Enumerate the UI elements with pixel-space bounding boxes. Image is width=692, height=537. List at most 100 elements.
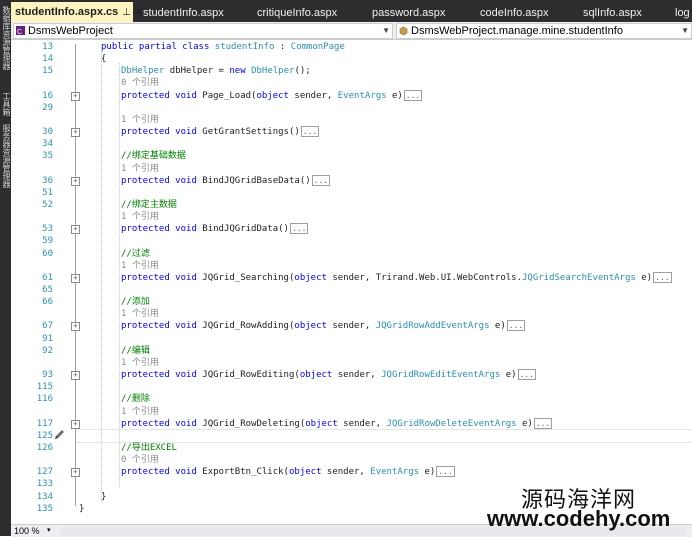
project-name: DsmsWebProject [28,25,113,37]
code-line[interactable]: 30 + protected void GetGrantSettings()... [11,126,692,138]
code-text: 1 个引用 [121,260,159,272]
collapsed-region-box[interactable]: ... [506,320,526,332]
code-line[interactable]: 126 //导出EXCEL [11,442,692,454]
code-line[interactable]: 61 + protected void JQGrid_Searching(objec… [11,271,692,284]
line-number: 134 [36,491,53,502]
expand-fold-icon[interactable]: + [71,176,80,186]
code-line[interactable]: 59 [11,235,692,247]
code-line[interactable]: 35 //绑定基础数据 [11,150,692,162]
code-line[interactable]: 1 个引用 [11,357,692,369]
code-line[interactable]: 15 DbHelper dbHelper = new DbHelper(); [11,65,692,77]
expand-fold-icon[interactable]: + [71,468,80,478]
code-token: protected void [121,224,203,235]
expand-fold-icon[interactable]: + [71,419,80,429]
code-token: object [305,418,344,429]
expand-fold-icon[interactable]: + [71,128,80,138]
tab-sqlinfo-aspx[interactable]: sqlInfo.aspx [583,4,642,22]
expand-fold-icon[interactable]: + [71,371,80,381]
code-text: //编辑 [121,345,150,357]
codelens-reference-count[interactable]: 0 个引用 [121,78,159,88]
code-line[interactable]: 0 个引用 [11,454,692,466]
pin-icon[interactable]: ⊥ [122,7,131,18]
code-token: sender, Trirand.Web.UI.WebControls. [332,272,522,283]
expand-fold-icon[interactable]: + [71,273,80,283]
project-dropdown[interactable]: C DsmsWebProject ▼ [13,23,393,39]
collapsed-region-box[interactable]: ... [403,89,423,101]
code-line[interactable]: 127 + protected void ExportBtn_Click(objec… [11,466,692,478]
chevron-down-icon[interactable]: ▾ [47,525,51,537]
codelens-reference-count[interactable]: 1 个引用 [121,164,159,174]
tab-log[interactable]: log [675,4,690,22]
collapsed-region-box[interactable]: ... [436,466,455,478]
code-token: sender, [326,467,371,478]
collapsed-region-box[interactable]: ... [533,417,553,429]
tab-studentinfo-aspx[interactable]: studentInfo.aspx [143,4,224,22]
class-dropdown[interactable]: DsmsWebProject.manage.mine.studentInfo ▼ [396,23,692,39]
code-text: DbHelper dbHelper = new DbHelper(); [121,65,311,77]
code-line[interactable]: 1 个引用 [11,308,692,320]
code-line[interactable]: 0 个引用 [11,77,692,89]
collapsed-region-box[interactable]: ... [311,174,331,186]
line-number: 126 [36,442,53,453]
expand-fold-icon[interactable]: + [71,225,80,235]
code-token: JQGridRowAddEventArgs [375,321,490,332]
code-line[interactable]: 1 个引用 [11,114,692,126]
database-explorer-tab[interactable]: 数据库资源管理器 [1,6,11,70]
code-line[interactable]: 36 + protected void BindJQGridBaseData()..… [11,174,692,187]
line-number: 51 [42,187,53,198]
code-line[interactable]: 51 [11,187,692,199]
code-line[interactable]: 1 个引用 [11,163,692,175]
tab-label: password.aspx [372,7,446,19]
code-line[interactable]: 115 [11,381,692,393]
code-line[interactable]: 66 //添加 [11,296,692,308]
code-token: DbHelper [251,66,295,77]
code-line[interactable]: 93 + protected void JQGrid_RowEditing(obje… [11,369,692,381]
code-line[interactable]: 1 个引用 [11,260,692,272]
code-line[interactable]: 14 { [11,53,692,65]
code-line[interactable]: 60 //过滤 [11,248,692,260]
code-text: 1 个引用 [121,211,159,223]
tab-critiqueinfo-aspx[interactable]: critiqueInfo.aspx [257,4,337,22]
code-line[interactable]: 117 + protected void JQGrid_RowDeleting(ob… [11,417,692,430]
code-line[interactable]: 16 + protected void Page_Load(object sende… [11,89,692,102]
codelens-reference-count[interactable]: 1 个引用 [121,212,159,222]
csharp-project-icon: C [16,26,25,35]
code-token: protected void [121,175,203,186]
code-line[interactable]: 67 + protected void JQGrid_RowAdding(objec… [11,320,692,332]
codelens-reference-count[interactable]: 0 个引用 [121,455,159,465]
codelens-reference-count[interactable]: 1 个引用 [121,358,159,368]
tab-password-aspx[interactable]: password.aspx [372,4,445,22]
codelens-reference-count[interactable]: 1 个引用 [121,115,159,125]
code-line[interactable]: 116 //删除 [11,393,692,405]
codelens-reference-count[interactable]: 1 个引用 [121,261,159,271]
tab-codeinfo-aspx[interactable]: codeInfo.aspx [480,4,549,22]
code-line[interactable]: 91 [11,333,692,345]
code-line[interactable]: 53 + protected void BindJQGridData()... [11,223,692,235]
collapsed-region-box[interactable]: ... [517,369,537,381]
code-text: protected void JQGrid_RowEditing(object … [121,369,537,381]
expand-fold-icon[interactable]: + [71,91,80,101]
code-line[interactable]: 1 个引用 [11,211,692,223]
code-comment: //绑定基础数据 [121,151,186,162]
tab-studentinfo-aspx-cs[interactable]: studentInfo.aspx.cs ⊥ ✕ [11,2,143,22]
code-line[interactable]: 13 public partial class studentInfo : Com… [11,41,692,53]
code-token: DbHelper [121,66,165,77]
current-code-line[interactable]: 125 [11,430,692,442]
codelens-reference-count[interactable]: 1 个引用 [121,309,159,319]
expand-fold-icon[interactable]: + [71,322,80,332]
code-line[interactable]: 1 个引用 [11,406,692,418]
server-explorer-tab[interactable]: 服务器资源管理器 [1,124,11,188]
zoom-level[interactable]: 100 % [14,525,40,537]
code-line[interactable]: 65 [11,284,692,296]
code-token: studentInfo [214,42,275,52]
toolbox-tab[interactable]: 工具箱 [1,92,11,116]
collapsed-region-box[interactable]: ... [300,126,320,138]
collapsed-region-box[interactable]: ... [289,223,309,235]
code-line[interactable]: 52 //绑定主数据 [11,199,692,211]
collapsed-region-box[interactable]: ... [653,271,672,283]
codelens-reference-count[interactable]: 1 个引用 [121,407,159,417]
code-line[interactable]: 92 //编辑 [11,345,692,357]
code-line[interactable]: 29 [11,102,692,114]
code-editor[interactable]: 13 public partial class studentInfo : Com… [11,40,692,524]
code-line[interactable]: 34 [11,138,692,150]
